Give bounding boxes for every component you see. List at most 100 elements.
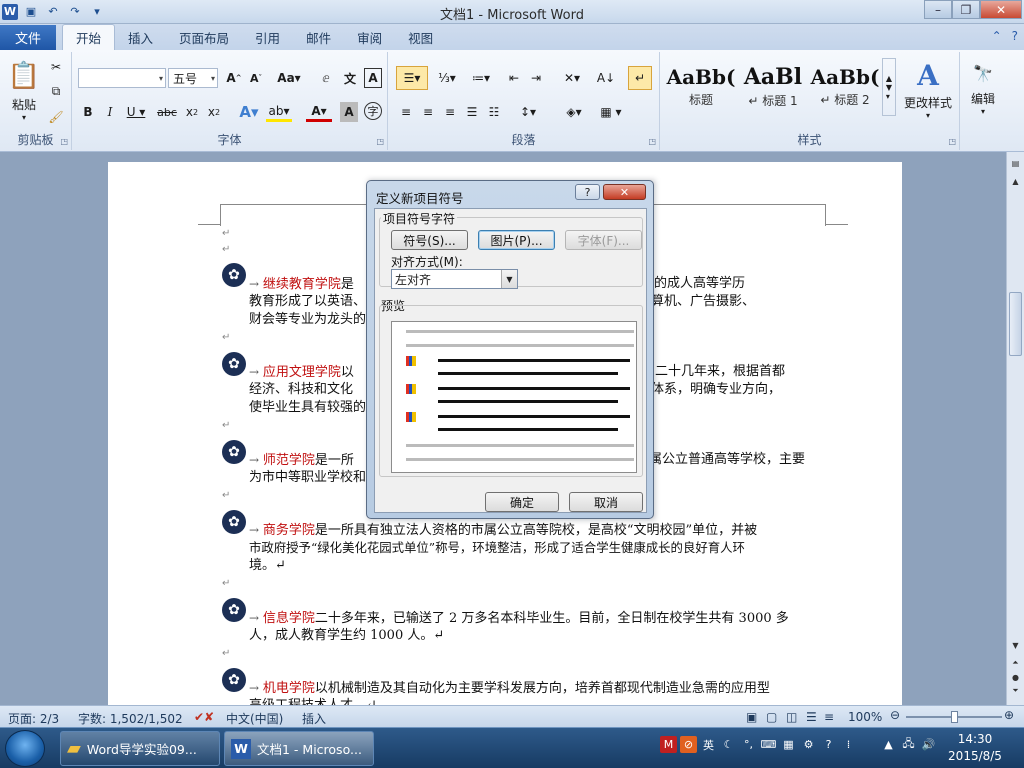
dialog-help-button[interactable]: ? [575, 184, 600, 200]
ime-settings-icon[interactable]: ⚙ [800, 736, 817, 753]
paste-icon[interactable]: 📋 [6, 56, 42, 96]
tab-insert[interactable]: 插入 [115, 24, 166, 50]
cancel-button[interactable]: 取消 [569, 492, 643, 512]
styles-launcher-icon[interactable]: ◳ [948, 137, 956, 146]
zoom-level[interactable]: 100% [848, 710, 882, 724]
ime-tool-icon[interactable]: ▦ [780, 736, 797, 753]
ime-menu-icon[interactable]: ⁞ [840, 736, 857, 753]
minimize-ribbon-icon[interactable]: ⌃ [992, 29, 1002, 43]
font-launcher-icon[interactable]: ◳ [376, 137, 384, 146]
close-button[interactable]: ✕ [980, 0, 1022, 19]
scroll-down-icon[interactable]: ▼ [1009, 638, 1022, 652]
font-name-combo[interactable]: ▾ [78, 68, 166, 88]
taskbar-item[interactable]: W 文档1 - Microso... [224, 731, 374, 766]
help-icon[interactable]: ? [1012, 29, 1018, 43]
style-heading-2[interactable]: AaBb(↵ 标题 2 [810, 58, 880, 114]
paste-dropdown-icon[interactable]: ▾ [6, 112, 42, 122]
sort-icon[interactable]: A↓ [596, 68, 616, 88]
align-left-icon[interactable]: ≡ [396, 102, 416, 122]
justify-icon[interactable]: ☰ [462, 102, 482, 122]
ime-block-icon[interactable]: ⊘ [680, 736, 697, 753]
subscript-icon[interactable]: x2 [182, 102, 202, 122]
paste-button[interactable]: 粘贴 [6, 96, 42, 112]
styles-scroll-icon[interactable]: ▲ ▼ ▾ [882, 58, 896, 116]
network-icon[interactable]: 🖧 [900, 736, 917, 753]
ime-language[interactable]: 英 [700, 736, 717, 753]
ime-moon-icon[interactable]: ☾ [720, 736, 737, 753]
zoom-out-icon[interactable]: ⊖ [890, 708, 900, 722]
style-heading-1[interactable]: AaBl ↵ 标题 1 [738, 58, 808, 114]
underline-icon[interactable]: U ▾ [122, 102, 150, 122]
draft-icon[interactable]: ≡ [824, 710, 834, 724]
editing-button[interactable]: 编辑 [960, 90, 1006, 106]
char-shading-icon[interactable]: A [340, 102, 358, 122]
highlight-icon[interactable]: ab▾ [266, 102, 292, 122]
strikethrough-icon[interactable]: abc [154, 102, 180, 122]
scroll-thumb[interactable] [1009, 292, 1022, 356]
tab-mailings[interactable]: 邮件 [293, 24, 344, 50]
ime-help-icon[interactable]: ? [820, 736, 837, 753]
start-button[interactable] [5, 730, 45, 767]
dialog-close-button[interactable]: ✕ [603, 184, 646, 200]
shrink-font-icon[interactable]: Aˇ [246, 68, 266, 88]
page-indicator[interactable]: 页面: 2/3 [8, 710, 59, 727]
increase-indent-icon[interactable]: ⇥ [526, 68, 546, 88]
restore-button[interactable]: ❐ [952, 0, 980, 19]
tab-references[interactable]: 引用 [242, 24, 293, 50]
ime-m-icon[interactable]: M [660, 736, 677, 753]
clear-formatting-icon[interactable]: ⅇ [316, 68, 336, 88]
superscript-icon[interactable]: x2 [204, 102, 224, 122]
tab-home[interactable]: 开始 [62, 24, 116, 50]
zoom-slider-thumb[interactable] [951, 711, 958, 723]
insert-mode[interactable]: 插入 [302, 710, 326, 727]
volume-icon[interactable]: 🔊 [920, 736, 937, 753]
taskbar-item[interactable]: ▰ Word导学实验09... [60, 731, 220, 766]
change-styles-icon[interactable]: A [902, 58, 954, 92]
tab-view[interactable]: 视图 [395, 24, 446, 50]
alignment-select[interactable]: 左对齐 ▼ [391, 269, 518, 289]
proofing-icon[interactable]: ✔✘ [194, 710, 214, 724]
ruler-toggle-icon[interactable]: ▤ [1009, 156, 1022, 170]
browse-object-icon[interactable]: ● [1009, 670, 1022, 684]
print-layout-icon[interactable]: ▣ [746, 710, 757, 724]
tab-page-layout[interactable]: 页面布局 [166, 24, 242, 50]
show-hidden-icon[interactable]: ▲ [880, 736, 897, 753]
numbering-icon[interactable]: ⅓▾ [432, 68, 462, 88]
chinese-layout-icon[interactable]: ✕▾ [558, 68, 586, 88]
line-spacing-icon[interactable]: ↕▾ [514, 102, 542, 122]
font-color-icon[interactable]: A▾ [306, 102, 332, 122]
grow-font-icon[interactable]: A ^ [224, 68, 244, 88]
shading-icon[interactable]: ◈▾ [560, 102, 588, 122]
vertical-scrollbar[interactable]: ▤ ▲ ▼ ⏶ ● ⏷ [1006, 152, 1024, 705]
previous-page-icon[interactable]: ⏶ [1009, 656, 1022, 670]
ime-keyboard-icon[interactable]: ⌨ [760, 736, 777, 753]
bold-icon[interactable]: B [78, 102, 98, 122]
picture-button[interactable]: 图片(P)... [478, 230, 555, 250]
ime-punct-icon[interactable]: °, [740, 736, 757, 753]
align-right-icon[interactable]: ≡ [440, 102, 460, 122]
paragraph-launcher-icon[interactable]: ◳ [648, 137, 656, 146]
tab-review[interactable]: 审阅 [344, 24, 395, 50]
outline-icon[interactable]: ☰ [806, 710, 817, 724]
word-count[interactable]: 字数: 1,502/1,502 [78, 710, 183, 727]
scroll-up-icon[interactable]: ▲ [1009, 174, 1022, 188]
symbol-button[interactable]: 符号(S)... [391, 230, 468, 250]
change-styles-button[interactable]: 更改样式 [898, 94, 958, 110]
cut-icon[interactable]: ✂ [46, 58, 66, 76]
enclose-char-icon[interactable]: 字 [364, 102, 382, 120]
phonetic-guide-icon[interactable]: 文 [340, 68, 360, 88]
show-marks-icon[interactable]: ↵ [628, 66, 652, 90]
text-effects-icon[interactable]: A▾ [236, 102, 262, 122]
bullets-button[interactable]: ☰▾ [396, 66, 428, 90]
full-screen-icon[interactable]: ▢ [766, 710, 777, 724]
zoom-in-icon[interactable]: ⊕ [1004, 708, 1014, 722]
format-painter-icon[interactable]: 🖌 [46, 108, 66, 126]
italic-icon[interactable]: I [100, 102, 120, 122]
decrease-indent-icon[interactable]: ⇤ [504, 68, 524, 88]
clipboard-launcher-icon[interactable]: ◳ [60, 137, 68, 146]
minimize-button[interactable]: – [924, 0, 952, 19]
ok-button[interactable]: 确定 [485, 492, 559, 512]
font-size-combo[interactable]: 五号 ▾ [168, 68, 218, 88]
language-indicator[interactable]: 中文(中国) [226, 710, 283, 727]
tab-file[interactable]: 文件 [0, 25, 56, 50]
